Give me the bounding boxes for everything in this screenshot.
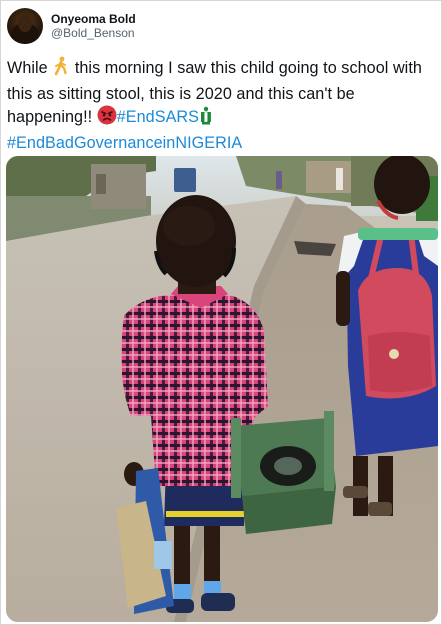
hashtag-endsars-link[interactable]: #EndSARS (117, 108, 199, 126)
display-name[interactable]: Onyeoma Bold (51, 12, 136, 26)
author-names: Onyeoma Bold @Bold_Benson (51, 12, 136, 40)
tweet-text-part: While (7, 59, 53, 77)
user-handle[interactable]: @Bold_Benson (51, 26, 136, 40)
nigeria-flag-emoji-icon (199, 105, 213, 132)
hashtag-endbadgovernance-link[interactable]: #EndBadGovernanceinNIGERIA (7, 134, 242, 152)
tweet-photo[interactable] (6, 156, 438, 622)
tweet-header: Onyeoma Bold @Bold_Benson (7, 8, 136, 44)
tweet-text-part: this morning I saw this child going to s… (7, 59, 422, 126)
angry-face-emoji-icon (97, 105, 117, 132)
avatar[interactable] (7, 8, 43, 44)
walking-person-emoji-icon (52, 56, 70, 83)
tweet-text: While this morning I saw this child goin… (7, 56, 435, 154)
tweet-card: Onyeoma Bold @Bold_Benson While this mor… (0, 0, 442, 625)
street-photo-illustration (6, 156, 438, 622)
